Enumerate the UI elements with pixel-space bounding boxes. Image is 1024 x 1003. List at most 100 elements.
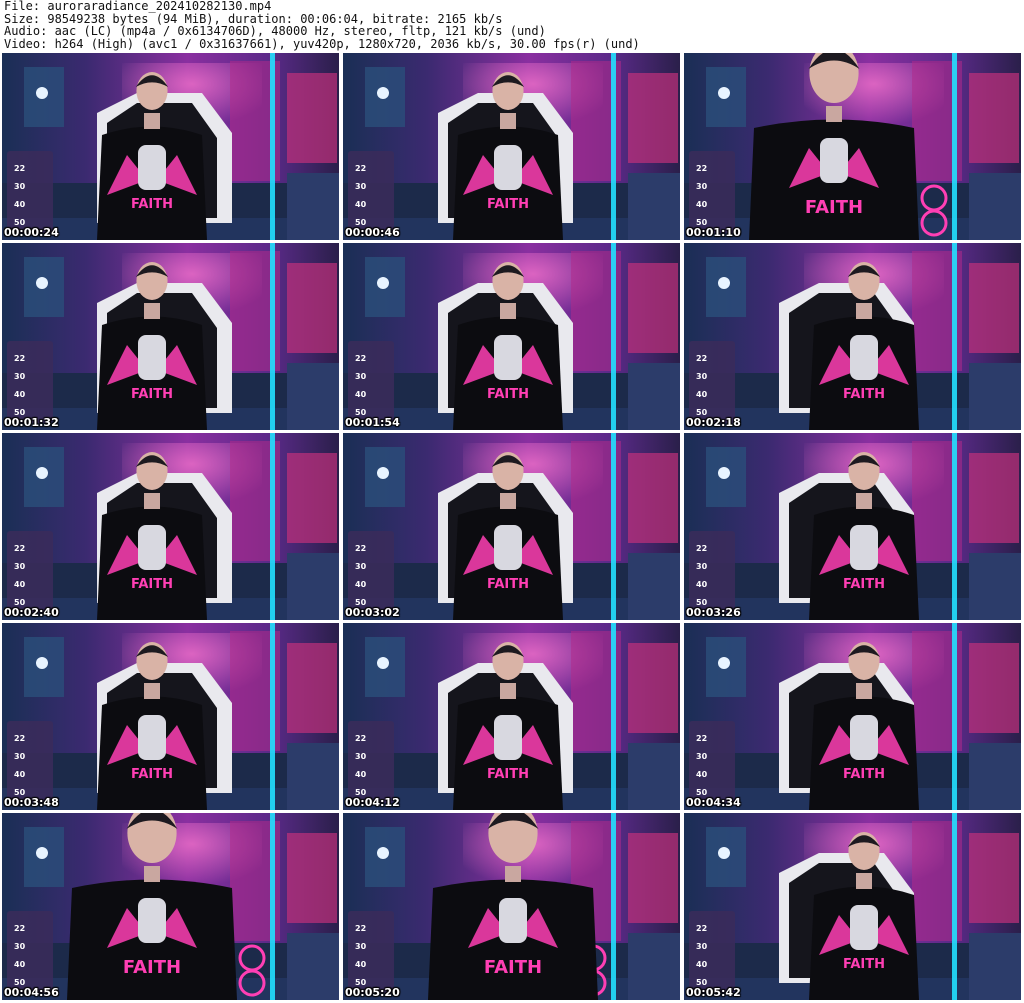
overlay-number: 22 [696, 354, 707, 363]
timestamp-label: 00:02:40 [4, 606, 59, 619]
overlay-number: 30 [14, 752, 26, 761]
overlay-number: 40 [696, 770, 708, 779]
shirt-text: FAITH [487, 197, 529, 212]
video-thumbnail: FAITH 22 30 40 50 00:04:56 [2, 813, 339, 1000]
overlay-number: 30 [355, 562, 367, 571]
frame-scene: FAITH22304050 [2, 813, 339, 1000]
video-thumbnail: FAITH 22 30 40 50 00:02:40 [2, 433, 339, 620]
overlay-number: 30 [696, 752, 708, 761]
video-thumbnail: FAITH 22 30 40 50 00:03:48 [2, 623, 339, 810]
audio-line: Audio: aac (LC) (mp4a / 0x6134706D), 480… [4, 24, 546, 38]
frame-scene: FAITH22304050 [684, 433, 1021, 620]
overlay-number: 22 [14, 544, 25, 553]
video-thumbnail: FAITH 22 30 40 50 00:05:42 [684, 813, 1021, 1000]
timestamp-label: 00:04:12 [345, 796, 400, 809]
overlay-number: 40 [355, 390, 367, 399]
overlay-number: 22 [696, 924, 707, 933]
timestamp-label: 00:02:18 [686, 416, 741, 429]
shirt-text: FAITH [484, 957, 542, 978]
overlay-number: 30 [355, 372, 367, 381]
shirt-text: FAITH [805, 197, 863, 218]
video-thumbnail: FAITH 22 30 40 50 00:00:46 [343, 53, 680, 240]
video-thumbnail: FAITH 22 30 40 50 00:04:34 [684, 623, 1021, 810]
timestamp-label: 00:01:32 [4, 416, 59, 429]
overlay-number: 30 [14, 942, 26, 951]
frame-scene: FAITH22304050 [2, 243, 339, 430]
file-info: File: auroraradiance_202410282130.mp4 Si… [4, 0, 1020, 50]
overlay-number: 22 [355, 164, 366, 173]
overlay-number: 30 [355, 182, 367, 191]
shirt-text: FAITH [487, 577, 529, 592]
overlay-number: 22 [355, 734, 366, 743]
overlay-number: 30 [14, 372, 26, 381]
shirt-text: FAITH [843, 577, 885, 592]
shirt-text: FAITH [843, 387, 885, 402]
overlay-number: 30 [355, 752, 367, 761]
frame-scene: FAITH22304050 [343, 433, 680, 620]
frame-scene: FAITH22304050 [684, 623, 1021, 810]
video-thumbnail: FAITH 22 30 40 50 00:02:18 [684, 243, 1021, 430]
overlay-number: 22 [14, 164, 25, 173]
overlay-number: 40 [355, 200, 367, 209]
overlay-number: 40 [355, 580, 367, 589]
overlay-number: 40 [14, 580, 26, 589]
overlay-number: 40 [355, 960, 367, 969]
shirt-text: FAITH [487, 767, 529, 782]
timestamp-label: 00:05:20 [345, 986, 400, 999]
overlay-number: 22 [14, 354, 25, 363]
overlay-number: 40 [696, 200, 708, 209]
shirt-text: FAITH [843, 957, 885, 972]
video-thumbnail: FAITH 22 30 40 50 00:05:20 [343, 813, 680, 1000]
frame-scene: FAITH22304050 [343, 623, 680, 810]
video-thumbnail: FAITH 22 30 40 50 00:03:26 [684, 433, 1021, 620]
overlay-number: 40 [696, 580, 708, 589]
timestamp-label: 00:05:42 [686, 986, 741, 999]
overlay-number: 30 [696, 942, 708, 951]
timestamp-label: 00:03:26 [686, 606, 741, 619]
overlay-number: 22 [696, 544, 707, 553]
video-thumbnail: FAITH 22 30 40 50 00:03:02 [343, 433, 680, 620]
overlay-number: 40 [14, 960, 26, 969]
frame-scene: FAITH22304050 [343, 813, 680, 1000]
frame-scene: FAITH22304050 [2, 433, 339, 620]
overlay-number: 22 [696, 734, 707, 743]
shirt-text: FAITH [131, 197, 173, 212]
timestamp-label: 00:01:10 [686, 226, 741, 239]
overlay-number: 30 [696, 372, 708, 381]
overlay-number: 30 [14, 562, 26, 571]
video-thumbnail: FAITH 22 30 40 50 00:01:10 [684, 53, 1021, 240]
frame-scene: FAITH22304050 [684, 813, 1021, 1000]
shirt-text: FAITH [843, 767, 885, 782]
overlay-number: 30 [696, 562, 708, 571]
shirt-text: FAITH [131, 577, 173, 592]
frame-scene: FAITH22304050 [2, 623, 339, 810]
overlay-number: 22 [355, 544, 366, 553]
frame-scene: FAITH22304050 [684, 53, 1021, 240]
thumbnail-grid: FAITH 22 30 40 50 00:00:24 FAITH 22 30 4… [2, 53, 1022, 1001]
frame-scene: FAITH22304050 [2, 53, 339, 240]
timestamp-label: 00:01:54 [345, 416, 400, 429]
video-thumbnail: FAITH 22 30 40 50 00:01:54 [343, 243, 680, 430]
overlay-number: 30 [355, 942, 367, 951]
frame-scene: FAITH22304050 [343, 53, 680, 240]
shirt-text: FAITH [123, 957, 181, 978]
overlay-number: 40 [14, 200, 26, 209]
overlay-number: 40 [14, 390, 26, 399]
overlay-number: 22 [355, 924, 366, 933]
shirt-text: FAITH [131, 387, 173, 402]
overlay-number: 22 [355, 354, 366, 363]
timestamp-label: 00:03:48 [4, 796, 59, 809]
overlay-number: 22 [696, 164, 707, 173]
timestamp-label: 00:00:24 [4, 226, 59, 239]
overlay-number: 40 [696, 960, 708, 969]
frame-scene: FAITH22304050 [684, 243, 1021, 430]
overlay-number: 30 [14, 182, 26, 191]
timestamp-label: 00:04:34 [686, 796, 741, 809]
timestamp-label: 00:04:56 [4, 986, 59, 999]
overlay-number: 22 [14, 734, 25, 743]
frame-scene: FAITH22304050 [343, 243, 680, 430]
timestamp-label: 00:00:46 [345, 226, 400, 239]
file-name-line: File: auroraradiance_202410282130.mp4 [4, 0, 272, 13]
overlay-number: 40 [355, 770, 367, 779]
video-thumbnail: FAITH 22 30 40 50 00:04:12 [343, 623, 680, 810]
